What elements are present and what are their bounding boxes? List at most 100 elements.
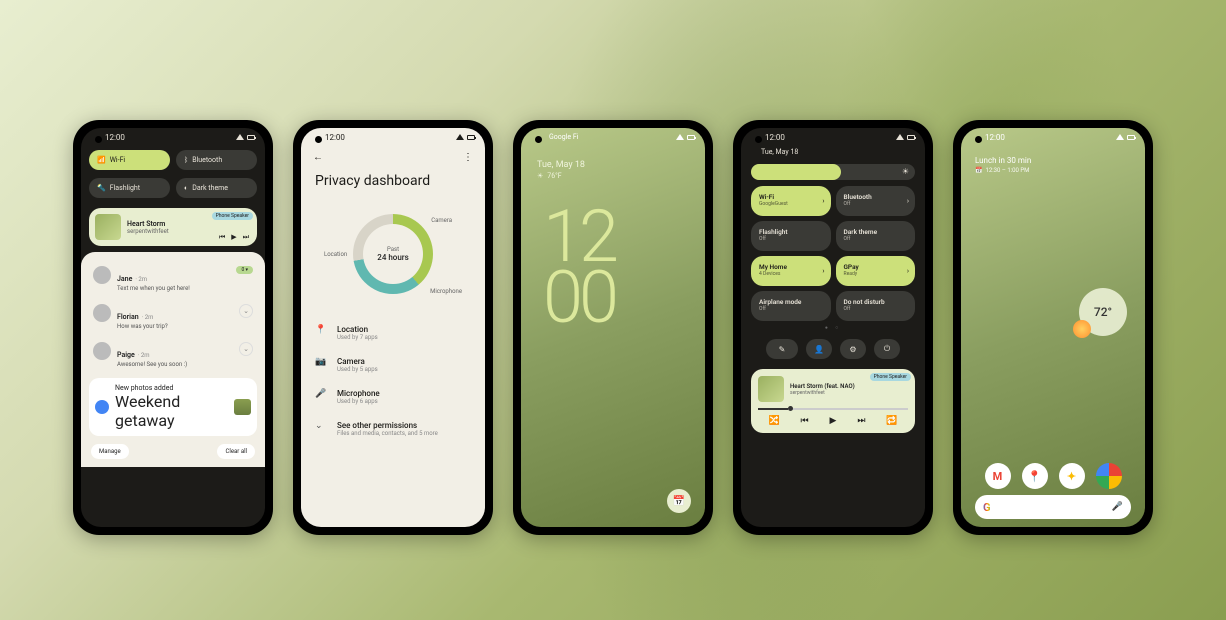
media-artist: serpentwithfeet	[127, 228, 169, 235]
notification-list: Jane· 2mText me when you get here! 0 ▾ F…	[81, 252, 265, 467]
search-bar[interactable]: G 🎤	[975, 495, 1131, 519]
location-icon: 📍	[315, 325, 327, 335]
settings-button[interactable]: ⚙	[840, 339, 866, 359]
page-indicator: ● ○	[741, 321, 925, 335]
avatar	[93, 342, 111, 360]
clear-all-button[interactable]: Clear all	[217, 444, 255, 459]
repeat-icon[interactable]: 🔁	[886, 416, 897, 426]
flashlight-icon: 🔦	[97, 184, 106, 192]
output-badge[interactable]: Phone Speaker	[212, 212, 253, 220]
perm-microphone[interactable]: 🎤MicrophoneUsed by 6 apps	[315, 381, 471, 413]
power-button[interactable]: ⏻	[874, 339, 900, 359]
lockscreen-clock: 1200	[521, 180, 705, 328]
photos-app-icon	[95, 400, 109, 414]
google-icon: G	[983, 501, 991, 514]
manage-button[interactable]: Manage	[91, 444, 129, 459]
media-card[interactable]: Heart Storm serpentwithfeet Phone Speake…	[89, 208, 257, 246]
notification-item[interactable]: Jane· 2mText me when you get here! 0 ▾	[89, 260, 257, 298]
gmail-app-icon[interactable]: M	[985, 463, 1011, 489]
perm-camera[interactable]: 📷CameraUsed by 5 apps	[315, 349, 471, 381]
status-bar: Google Fi	[521, 128, 705, 146]
qs-bluetooth-tile[interactable]: ᛒBluetooth	[176, 150, 257, 170]
qs-bluetooth-tile[interactable]: BluetoothOff›	[836, 186, 916, 216]
edit-button[interactable]: ✎	[766, 339, 798, 359]
weather-widget[interactable]: 72°	[1079, 288, 1127, 336]
battery-icon	[467, 135, 475, 140]
maps-app-icon[interactable]: 📍	[1022, 463, 1048, 489]
dark-icon: ◐	[184, 184, 188, 192]
donut-label-camera: Camera	[431, 217, 452, 224]
camera-cutout-icon	[535, 136, 542, 143]
reply-pill[interactable]: 0 ▾	[236, 266, 253, 274]
perm-other[interactable]: ⌄See other permissionsFiles and media, c…	[315, 413, 471, 445]
lockscreen-temp: ☀76°F	[521, 172, 705, 180]
brightness-slider[interactable]: ☀	[751, 164, 915, 180]
prev-icon[interactable]: ⏮	[801, 416, 809, 426]
qs-gpay-tile[interactable]: GPayReady›	[836, 256, 916, 286]
photo-thumb	[234, 399, 251, 415]
qs-home-tile[interactable]: My Home4 Devices›	[751, 256, 831, 286]
glance-widget[interactable]: Lunch in 30 min 📅12:30 – 1:00 PM	[961, 146, 1145, 184]
avatar	[93, 304, 111, 322]
chevron-down-icon[interactable]: ⌄	[239, 342, 253, 356]
signal-icon	[456, 134, 464, 140]
chevron-right-icon: ›	[822, 197, 824, 205]
photos-app-icon[interactable]: ✦	[1059, 463, 1085, 489]
phone-lockscreen: Google Fi Tue, May 18 ☀76°F 1200 📅	[513, 120, 713, 535]
output-badge[interactable]: Phone Speaker	[870, 373, 911, 381]
chrome-app-icon[interactable]	[1096, 463, 1122, 489]
qs-dnd-tile[interactable]: Do not disturbOff	[836, 291, 916, 321]
microphone-icon: 🎤	[315, 389, 327, 399]
donut-label-microphone: Microphone	[430, 288, 462, 295]
progress-bar[interactable]	[758, 408, 908, 410]
album-art	[95, 214, 121, 240]
camera-cutout-icon	[95, 136, 102, 143]
photos-notification[interactable]: New photos addedWeekend getaway	[89, 378, 257, 436]
chevron-right-icon: ›	[822, 267, 824, 275]
calendar-shortcut-icon[interactable]: 📅	[667, 489, 691, 513]
page-title: Privacy dashboard	[301, 169, 485, 199]
qs-wifi-tile[interactable]: Wi-FiGoogleGuest›	[751, 186, 831, 216]
brightness-icon: ☀	[902, 167, 909, 176]
prev-icon[interactable]: ⏮	[219, 233, 225, 242]
play-icon[interactable]: ▶	[830, 416, 837, 426]
qs-wifi-tile[interactable]: 📶Wi-Fi	[89, 150, 170, 170]
phone-quick-settings: 12:00 Tue, May 18 ☀ Wi-FiGoogleGuest› Bl…	[733, 120, 933, 535]
glance-title: Lunch in 30 min	[975, 156, 1131, 165]
signal-icon	[676, 134, 684, 140]
chevron-down-icon[interactable]: ⌄	[239, 304, 253, 318]
camera-cutout-icon	[315, 136, 322, 143]
lockscreen-date: Tue, May 18	[521, 146, 705, 172]
shuffle-icon[interactable]: 🔀	[768, 416, 779, 426]
status-bar: 12:00	[961, 128, 1145, 146]
camera-icon: 📷	[315, 357, 327, 367]
play-icon[interactable]: ▶	[231, 233, 236, 242]
next-icon[interactable]: ⏭	[857, 416, 865, 426]
back-icon[interactable]: ←	[313, 152, 323, 163]
perm-location[interactable]: 📍LocationUsed by 7 apps	[315, 317, 471, 349]
phone-privacy-dashboard: 12:00 ← ⋮ Privacy dashboard Past24 hours…	[293, 120, 493, 535]
notification-item[interactable]: Florian· 2mHow was your trip? ⌄	[89, 298, 257, 336]
more-icon[interactable]: ⋮	[463, 152, 473, 163]
user-button[interactable]: 👤	[806, 339, 832, 359]
bluetooth-icon: ᛒ	[184, 156, 188, 164]
qs-flashlight-tile[interactable]: FlashlightOff	[751, 221, 831, 251]
qs-darktheme-tile[interactable]: ◐Dark theme	[176, 178, 257, 198]
battery-icon	[907, 135, 915, 140]
qs-airplane-tile[interactable]: Airplane modeOff	[751, 291, 831, 321]
qs-darktheme-tile[interactable]: Dark themeOff	[836, 221, 916, 251]
chevron-right-icon: ›	[907, 267, 909, 275]
next-icon[interactable]: ⏭	[243, 233, 249, 242]
phone-homescreen: 12:00 Lunch in 30 min 📅12:30 – 1:00 PM 7…	[953, 120, 1153, 535]
mic-icon[interactable]: 🎤	[1112, 502, 1123, 512]
notification-item[interactable]: Paige· 2mAwesome! See you soon :) ⌄	[89, 336, 257, 374]
sun-icon: ☀	[537, 172, 543, 180]
donut-label-location: Location	[324, 251, 347, 258]
camera-cutout-icon	[755, 136, 762, 143]
status-bar: 12:00	[301, 128, 485, 146]
qs-flashlight-tile[interactable]: 🔦Flashlight	[89, 178, 170, 198]
battery-icon	[1127, 135, 1135, 140]
media-card[interactable]: Phone Speaker Heart Storm (feat. NAO)ser…	[751, 369, 915, 433]
battery-icon	[247, 135, 255, 140]
battery-icon	[687, 135, 695, 140]
